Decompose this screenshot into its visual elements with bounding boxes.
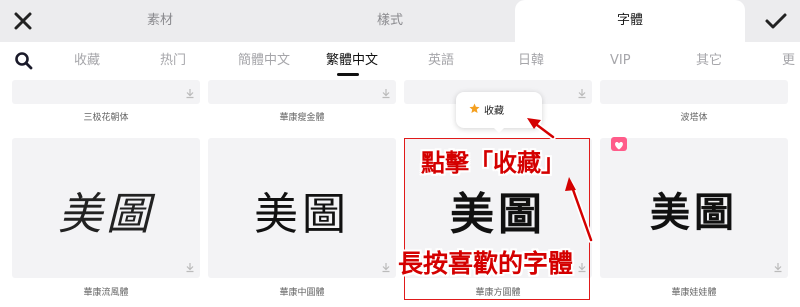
category-vip[interactable]: VIP	[610, 42, 631, 80]
font-picker-screen: 素材 樣式 字體 收藏 热门 簡體中文 繁體中文 英語 日韓 VIP 其它 更	[0, 0, 800, 307]
font-name: 華康中圓體	[279, 288, 325, 298]
category-other[interactable]: 其它	[696, 42, 722, 80]
font-name: 波塔体	[680, 113, 708, 123]
close-icon	[14, 12, 32, 30]
category-japanese-korean[interactable]: 日韓	[518, 42, 544, 80]
font-card[interactable]	[208, 80, 396, 104]
font-preview: 美圖	[650, 189, 738, 236]
confirm-button[interactable]	[762, 8, 790, 34]
tab-materials[interactable]: 素材	[60, 0, 260, 42]
font-card-zhongyuan[interactable]: 美圖	[208, 138, 396, 278]
favorite-popup[interactable]: 收藏	[456, 92, 542, 128]
font-preview: 美圖	[58, 189, 154, 240]
font-card-wawa[interactable]: 美圖	[600, 138, 788, 278]
font-name: 華康娃娃體	[671, 288, 717, 298]
font-name: 華康瘦金體	[279, 113, 325, 123]
font-card-liufeng[interactable]: 美圖	[12, 138, 200, 278]
font-name: 三极花朝体	[83, 113, 129, 123]
download-icon	[186, 89, 194, 99]
heart-icon	[615, 141, 623, 150]
download-icon	[774, 263, 782, 273]
top-bar: 素材 樣式 字體	[0, 0, 800, 42]
annotation-tap-favorite: 點擊「收藏」	[421, 149, 565, 177]
tab-styles[interactable]: 樣式	[290, 0, 490, 42]
font-card[interactable]	[12, 80, 200, 104]
search-icon	[15, 52, 33, 70]
category-popular[interactable]: 热门	[160, 42, 186, 80]
font-name: 華康流風體	[83, 288, 129, 298]
search-button[interactable]	[14, 51, 34, 71]
star-icon	[469, 103, 480, 113]
category-english[interactable]: 英語	[428, 42, 454, 80]
close-button[interactable]	[10, 8, 36, 34]
popup-pointer	[492, 126, 506, 133]
checkmark-icon	[765, 13, 787, 29]
download-icon	[382, 263, 390, 273]
download-icon	[186, 263, 194, 273]
tab-fonts[interactable]: 字體	[515, 0, 745, 42]
font-card[interactable]	[600, 80, 788, 104]
active-category-indicator	[337, 73, 359, 76]
font-preview: 美圖	[254, 189, 350, 240]
font-category-bar: 收藏 热门 簡體中文 繁體中文 英語 日韓 VIP 其它 更	[0, 42, 800, 80]
category-favorites[interactable]: 收藏	[74, 42, 100, 80]
heart-badge	[611, 137, 627, 151]
category-more[interactable]: 更	[782, 42, 795, 80]
download-icon	[382, 89, 390, 99]
category-simplified-chinese[interactable]: 簡體中文	[238, 42, 290, 80]
favorite-label: 收藏	[484, 106, 504, 117]
download-icon	[578, 89, 586, 99]
annotation-long-press: 長按喜歡的字體	[398, 249, 574, 278]
